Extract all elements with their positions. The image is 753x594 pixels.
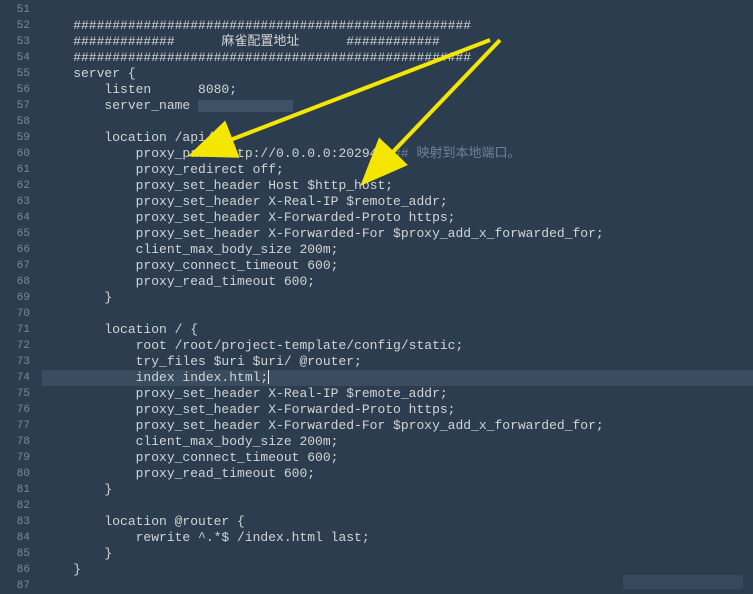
line-number: 75 [0,386,30,402]
line-number: 66 [0,242,30,258]
line-number: 81 [0,482,30,498]
line-number: 79 [0,450,30,466]
line-number: 54 [0,50,30,66]
code-line[interactable] [42,114,753,130]
code-line[interactable]: proxy_set_header Host $http_host; [42,178,753,194]
text-cursor [268,370,269,384]
code-line[interactable]: proxy_redirect off; [42,162,753,178]
code-line[interactable]: proxy_set_header X-Forwarded-For $proxy_… [42,226,753,242]
code-line[interactable]: } [42,482,753,498]
code-line[interactable]: index index.html; [42,370,753,386]
line-number: 76 [0,402,30,418]
code-line[interactable]: proxy_connect_timeout 600; [42,258,753,274]
line-number: 62 [0,178,30,194]
code-line[interactable]: proxy_set_header X-Forwarded-Proto https… [42,210,753,226]
line-number: 53 [0,34,30,50]
line-number: 83 [0,514,30,530]
line-number: 72 [0,338,30,354]
code-line[interactable]: proxy_set_header X-Real-IP $remote_addr; [42,386,753,402]
code-line[interactable]: client_max_body_size 200m; [42,242,753,258]
code-line[interactable]: server_name [42,98,753,114]
line-number: 56 [0,82,30,98]
line-number: 70 [0,306,30,322]
line-number: 61 [0,162,30,178]
line-number: 52 [0,18,30,34]
code-area[interactable]: ########################################… [42,0,753,593]
code-line[interactable]: location /api/ { [42,130,753,146]
code-line[interactable]: proxy_connect_timeout 600; [42,450,753,466]
code-line[interactable]: } [42,290,753,306]
line-number: 55 [0,66,30,82]
code-line[interactable]: proxy_read_timeout 600; [42,274,753,290]
code-line[interactable]: listen 8080; [42,82,753,98]
code-line[interactable]: client_max_body_size 200m; [42,434,753,450]
line-number: 80 [0,466,30,482]
code-line[interactable]: proxy_read_timeout 600; [42,466,753,482]
code-line[interactable]: } [42,546,753,562]
line-number: 87 [0,578,30,594]
line-number: 64 [0,210,30,226]
code-line[interactable]: proxy_set_header X-Forwarded-Proto https… [42,402,753,418]
line-number: 60 [0,146,30,162]
code-editor[interactable]: 5152535455565758596061626364656667686970… [0,0,753,593]
line-number: 74 [0,370,30,386]
line-number: 65 [0,226,30,242]
line-number: 69 [0,290,30,306]
inline-comment: ## 映射到本地端口。 [393,146,520,161]
line-number: 67 [0,258,30,274]
line-number: 63 [0,194,30,210]
code-line[interactable]: ########################################… [42,50,753,66]
code-line[interactable]: location / { [42,322,753,338]
line-number: 73 [0,354,30,370]
code-line[interactable]: proxy_pass http://0.0.0.0:20294/;## 映射到本… [42,146,753,162]
line-number: 78 [0,434,30,450]
line-number: 82 [0,498,30,514]
code-line[interactable]: ############# 麻雀配置地址 ############ [42,34,753,50]
line-number: 86 [0,562,30,578]
line-number: 59 [0,130,30,146]
line-number: 57 [0,98,30,114]
bottom-blur [623,575,743,589]
code-line[interactable]: location @router { [42,514,753,530]
line-number: 71 [0,322,30,338]
code-line[interactable] [42,498,753,514]
line-number: 51 [0,2,30,18]
code-line[interactable]: rewrite ^.*$ /index.html last; [42,530,753,546]
code-line[interactable]: server { [42,66,753,82]
code-line[interactable]: proxy_set_header X-Real-IP $remote_addr; [42,194,753,210]
code-line[interactable]: ########################################… [42,18,753,34]
code-line[interactable] [42,306,753,322]
line-number: 85 [0,546,30,562]
line-number: 58 [0,114,30,130]
redacted-block [198,100,293,112]
line-number-gutter: 5152535455565758596061626364656667686970… [0,0,42,593]
code-line[interactable]: try_files $uri $uri/ @router; [42,354,753,370]
code-line[interactable]: root /root/project-template/config/stati… [42,338,753,354]
line-number: 68 [0,274,30,290]
code-line[interactable] [42,2,753,18]
line-number: 84 [0,530,30,546]
code-line[interactable]: proxy_set_header X-Forwarded-For $proxy_… [42,418,753,434]
line-number: 77 [0,418,30,434]
